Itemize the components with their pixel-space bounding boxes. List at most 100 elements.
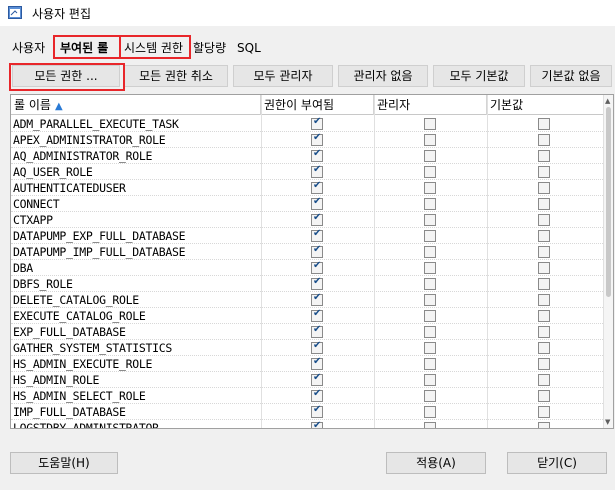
granted-checkbox[interactable]	[311, 148, 323, 162]
table-row[interactable]: HS_ADMIN_SELECT_ROLE	[11, 388, 605, 404]
close-button[interactable]: 닫기(C)	[507, 452, 607, 474]
default-checkbox[interactable]	[538, 310, 550, 322]
default-checkbox[interactable]	[538, 422, 550, 428]
default-checkbox[interactable]	[538, 294, 550, 306]
granted-checkbox[interactable]	[311, 324, 323, 338]
admin-checkbox[interactable]	[424, 374, 436, 386]
default-checkbox[interactable]	[538, 198, 550, 210]
admin-checkbox[interactable]	[424, 390, 436, 402]
admin-checkbox[interactable]	[424, 422, 436, 428]
column-header-granted[interactable]: 권한이 부여됨	[261, 95, 374, 115]
revoke-all-button[interactable]: 모든 권한 취소	[124, 65, 228, 87]
admin-checkbox[interactable]	[424, 278, 436, 290]
default-checkbox[interactable]	[538, 262, 550, 274]
sort-asc-icon: ▲	[54, 101, 63, 112]
admin-checkbox[interactable]	[424, 230, 436, 242]
granted-checkbox[interactable]	[311, 292, 323, 306]
tab-sql[interactable]: SQL	[237, 38, 261, 58]
table-row[interactable]: IMP_FULL_DATABASE	[11, 404, 605, 420]
table-row[interactable]: EXECUTE_CATALOG_ROLE	[11, 308, 605, 324]
tab-quota[interactable]: 할당량	[193, 38, 226, 58]
granted-checkbox[interactable]	[311, 132, 323, 146]
table-row[interactable]: DELETE_CATALOG_ROLE	[11, 292, 605, 308]
no-default-button[interactable]: 기본값 없음	[530, 65, 612, 87]
default-checkbox[interactable]	[538, 230, 550, 242]
vertical-scrollbar[interactable]: ▲ ▼	[603, 95, 613, 428]
granted-checkbox[interactable]	[311, 212, 323, 226]
default-checkbox[interactable]	[538, 118, 550, 130]
table-row[interactable]: DATAPUMP_EXP_FULL_DATABASE	[11, 228, 605, 244]
default-checkbox[interactable]	[538, 278, 550, 290]
default-checkbox[interactable]	[538, 182, 550, 194]
default-checkbox[interactable]	[538, 342, 550, 354]
default-checkbox[interactable]	[538, 406, 550, 418]
granted-checkbox[interactable]	[311, 244, 323, 258]
apply-button[interactable]: 적용(A)	[386, 452, 486, 474]
admin-checkbox[interactable]	[424, 246, 436, 258]
admin-checkbox[interactable]	[424, 198, 436, 210]
default-checkbox[interactable]	[538, 390, 550, 402]
admin-checkbox[interactable]	[424, 134, 436, 146]
admin-checkbox[interactable]	[424, 262, 436, 274]
default-checkbox[interactable]	[538, 166, 550, 178]
all-admin-button[interactable]: 모두 관리자	[233, 65, 333, 87]
column-header-role-name[interactable]: 롤 이름 ▲	[11, 95, 261, 115]
granted-checkbox[interactable]	[311, 180, 323, 194]
scroll-up-icon[interactable]: ▲	[605, 97, 610, 105]
admin-checkbox[interactable]	[424, 214, 436, 226]
default-checkbox[interactable]	[538, 358, 550, 370]
granted-checkbox[interactable]	[311, 164, 323, 178]
scroll-down-icon[interactable]: ▼	[605, 418, 610, 426]
granted-checkbox[interactable]	[311, 228, 323, 242]
column-header-admin[interactable]: 관리자	[374, 95, 487, 115]
table-row[interactable]: DATAPUMP_IMP_FULL_DATABASE	[11, 244, 605, 260]
table-row[interactable]: AQ_ADMINISTRATOR_ROLE	[11, 148, 605, 164]
table-row[interactable]: EXP_FULL_DATABASE	[11, 324, 605, 340]
default-checkbox[interactable]	[538, 246, 550, 258]
no-admin-button[interactable]: 관리자 없음	[338, 65, 428, 87]
granted-checkbox[interactable]	[311, 116, 323, 130]
tab-user[interactable]: 사용자	[12, 38, 45, 58]
table-row[interactable]: HS_ADMIN_EXECUTE_ROLE	[11, 356, 605, 372]
admin-checkbox[interactable]	[424, 118, 436, 130]
admin-checkbox[interactable]	[424, 182, 436, 194]
granted-checkbox[interactable]	[311, 196, 323, 210]
granted-checkbox[interactable]	[311, 276, 323, 290]
default-checkbox[interactable]	[538, 134, 550, 146]
granted-checkbox[interactable]	[311, 340, 323, 354]
admin-checkbox[interactable]	[424, 326, 436, 338]
granted-checkbox[interactable]	[311, 404, 323, 418]
default-checkbox[interactable]	[538, 374, 550, 386]
table-row[interactable]: ADM_PARALLEL_EXECUTE_TASK	[11, 116, 605, 132]
all-default-button[interactable]: 모두 기본값	[433, 65, 525, 87]
table-row[interactable]: AQ_USER_ROLE	[11, 164, 605, 180]
table-row[interactable]: CONNECT	[11, 196, 605, 212]
admin-checkbox[interactable]	[424, 310, 436, 322]
table-row[interactable]: HS_ADMIN_ROLE	[11, 372, 605, 388]
table-row[interactable]: CTXAPP	[11, 212, 605, 228]
table-row[interactable]: LOGSTDBY_ADMINISTRATOR	[11, 420, 605, 428]
granted-checkbox[interactable]	[311, 372, 323, 386]
table-row[interactable]: AUTHENTICATEDUSER	[11, 180, 605, 196]
admin-checkbox[interactable]	[424, 294, 436, 306]
default-checkbox[interactable]	[538, 214, 550, 226]
default-checkbox[interactable]	[538, 150, 550, 162]
admin-checkbox[interactable]	[424, 150, 436, 162]
admin-checkbox[interactable]	[424, 166, 436, 178]
granted-checkbox[interactable]	[311, 420, 323, 428]
granted-checkbox[interactable]	[311, 308, 323, 322]
granted-checkbox[interactable]	[311, 260, 323, 274]
default-checkbox[interactable]	[538, 326, 550, 338]
scroll-thumb[interactable]	[606, 107, 611, 297]
admin-checkbox[interactable]	[424, 406, 436, 418]
table-row[interactable]: APEX_ADMINISTRATOR_ROLE	[11, 132, 605, 148]
admin-checkbox[interactable]	[424, 358, 436, 370]
admin-checkbox[interactable]	[424, 342, 436, 354]
granted-checkbox[interactable]	[311, 388, 323, 402]
column-header-default[interactable]: 기본값	[487, 95, 605, 115]
granted-checkbox[interactable]	[311, 356, 323, 370]
table-row[interactable]: DBFS_ROLE	[11, 276, 605, 292]
table-row[interactable]: GATHER_SYSTEM_STATISTICS	[11, 340, 605, 356]
help-button[interactable]: 도움말(H)	[10, 452, 118, 474]
table-row[interactable]: DBA	[11, 260, 605, 276]
